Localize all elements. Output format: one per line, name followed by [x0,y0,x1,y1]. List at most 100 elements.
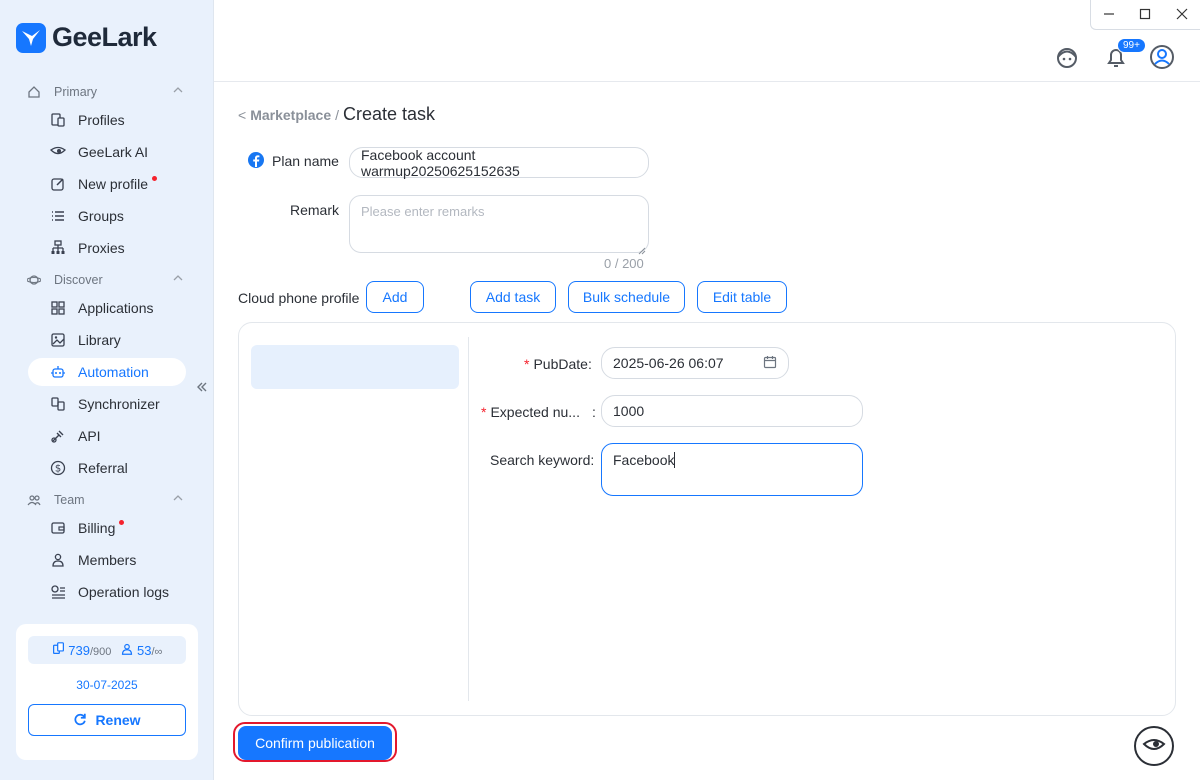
sidebar-item-members[interactable]: Members [28,546,186,574]
expected-number-label: * Expected nu...: [481,404,596,420]
pubdate-picker[interactable]: 2025-06-26 06:07 [601,347,789,379]
account-avatar-icon[interactable] [1149,44,1175,70]
expiry-date: 30-07-2025 [76,678,138,692]
planet-icon [26,273,42,287]
phones-total: /900 [89,646,112,658]
wallet-icon [48,518,68,538]
calendar-icon[interactable] [763,355,777,372]
colon: : [590,452,595,468]
api-icon [48,426,68,446]
task-panel [238,322,1176,716]
edit-icon [48,174,68,194]
sidebar-item-label: Referral [78,460,128,476]
required-mark: * [481,404,487,420]
sidebar-item-operation-logs[interactable]: Operation logs [28,578,186,606]
sidebar-item-label: Library [78,332,121,348]
sidebar-item-applications[interactable]: Applications [28,294,186,322]
list-icon [48,206,68,226]
breadcrumb-marketplace[interactable]: Marketplace [250,107,331,123]
app-name: GeeLark [52,22,157,52]
refresh-icon [73,712,87,729]
top-bar: 99+ [214,0,1200,82]
network-icon [48,238,68,258]
member-quota: 53/∞ [121,643,162,658]
sidebar-item-geelark-ai[interactable]: GeeLark AI [28,138,186,166]
member-quota-icon [121,643,133,658]
team-icon [26,493,42,507]
sidebar-item-label: Billing [78,520,116,536]
section-title: Primary [54,85,98,99]
sidebar-item-synchronizer[interactable]: Synchronizer [28,390,186,418]
support-agent-icon[interactable] [1054,44,1080,70]
section-team[interactable]: Team [26,488,186,512]
sidebar-item-new-profile[interactable]: New profile [28,170,186,198]
ai-assistant-eye-icon[interactable] [1134,726,1174,766]
sidebar-item-label: Automation [78,364,149,380]
back-link[interactable]: < [238,107,246,123]
panel-divider [468,337,469,701]
sidebar-item-automation[interactable]: Automation [28,358,186,386]
colon: : [587,356,592,372]
sidebar-item-groups[interactable]: Groups [28,202,186,230]
section-primary[interactable]: Primary [26,80,186,104]
sidebar-item-billing[interactable]: Billing [28,514,186,542]
geelark-logo[interactable]: GeeLark [16,22,157,53]
section-title: Discover [54,273,103,287]
cloud-phone-label: Cloud phone profile [238,290,360,306]
required-mark: * [524,356,530,372]
selected-profile-row[interactable] [251,345,459,389]
chevron-up-icon [172,84,184,99]
renew-button[interactable]: Renew [28,704,186,736]
ai-eye-icon [48,142,68,162]
user-icon [48,550,68,570]
notifications-icon[interactable]: 99+ [1103,38,1146,70]
plan-name-input[interactable]: Facebook account warmup20250625152635 [349,147,649,179]
search-keyword-label: Search keyword: [490,452,594,468]
chevron-up-icon [172,272,184,287]
confirm-publication-button[interactable]: Confirm publication [238,726,392,760]
section-discover[interactable]: Discover [26,268,186,292]
add-profile-button[interactable]: Add [366,281,424,313]
quota-summary: 739/900 53/∞ [28,636,186,664]
sidebar-item-referral[interactable]: $ Referral [28,454,186,482]
sidebar-item-label: Profiles [78,112,125,128]
remark-textarea[interactable]: Please enter remarks [349,195,649,253]
sidebar-item-label: Applications [78,300,154,316]
edit-table-button[interactable]: Edit table [697,281,787,313]
sidebar-item-label: Groups [78,208,124,224]
facebook-icon [248,152,264,171]
pubdate-label-text: PubDate [533,356,588,372]
breadcrumb-separator: / [335,106,340,123]
minimize-icon[interactable] [1103,7,1115,23]
bulk-schedule-button[interactable]: Bulk schedule [568,281,685,313]
add-task-button[interactable]: Add task [470,281,556,313]
sidebar-item-profiles[interactable]: Profiles [28,106,186,134]
sidebar-item-label: New profile [78,176,149,192]
collapse-sidebar-icon[interactable] [196,380,208,397]
breadcrumb: < Marketplace / Create task [238,104,435,125]
section-title: Team [54,493,85,507]
phones-used: 739 [68,643,90,658]
expected-label-text: Expected nu... [490,404,580,420]
home-icon [26,85,42,99]
renew-label: Renew [95,712,141,728]
search-keyword-textarea[interactable]: Facebook [601,443,863,496]
pubdate-label: * PubDate: [524,356,592,372]
sidebar-item-api[interactable]: API [28,422,186,450]
geelark-bird-icon [16,22,46,53]
sidebar-item-proxies[interactable]: Proxies [28,234,186,262]
close-icon[interactable] [1176,7,1188,23]
maximize-icon[interactable] [1139,7,1151,23]
keyword-label-text: Search keyword [490,452,591,468]
expected-number-input[interactable]: 1000 [601,395,863,427]
robot-icon [48,362,68,382]
plan-name-label: Plan name [272,153,339,169]
sidebar-item-library[interactable]: Library [28,326,186,354]
sidebar-item-label: API [78,428,101,444]
page-title: Create task [343,104,436,124]
notification-badge: 99+ [1117,38,1146,53]
pubdate-value: 2025-06-26 06:07 [613,355,724,371]
sidebar-item-label: Synchronizer [78,396,160,412]
grid-icon [48,298,68,318]
notification-dot [152,175,158,181]
